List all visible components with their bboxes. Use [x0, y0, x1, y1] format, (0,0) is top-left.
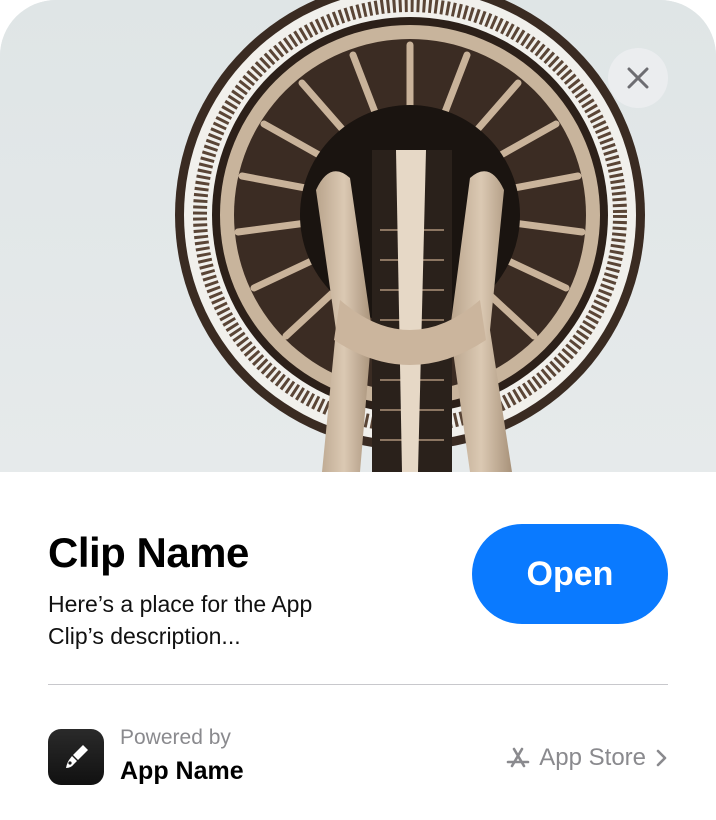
app-clip-card: Clip Name Here’s a place for the App Cli… — [0, 0, 716, 820]
app-name: App Name — [120, 757, 244, 785]
hero-image — [0, 0, 716, 472]
app-store-icon — [506, 747, 530, 768]
paintbrush-icon — [66, 745, 88, 768]
open-button[interactable]: Open — [472, 524, 668, 624]
app-icon — [48, 729, 104, 785]
close-icon — [627, 67, 649, 89]
clip-title: Clip Name — [48, 529, 249, 576]
app-store-link[interactable]: App Store — [505, 740, 668, 776]
chevron-right-icon — [656, 749, 667, 767]
close-button[interactable] — [608, 48, 668, 108]
clip-description: Here’s a place for the App Clip’s descri… — [48, 591, 313, 649]
app-store-label: App Store — [539, 744, 646, 771]
powered-by-label: Powered by — [120, 726, 231, 749]
divider — [48, 684, 668, 685]
